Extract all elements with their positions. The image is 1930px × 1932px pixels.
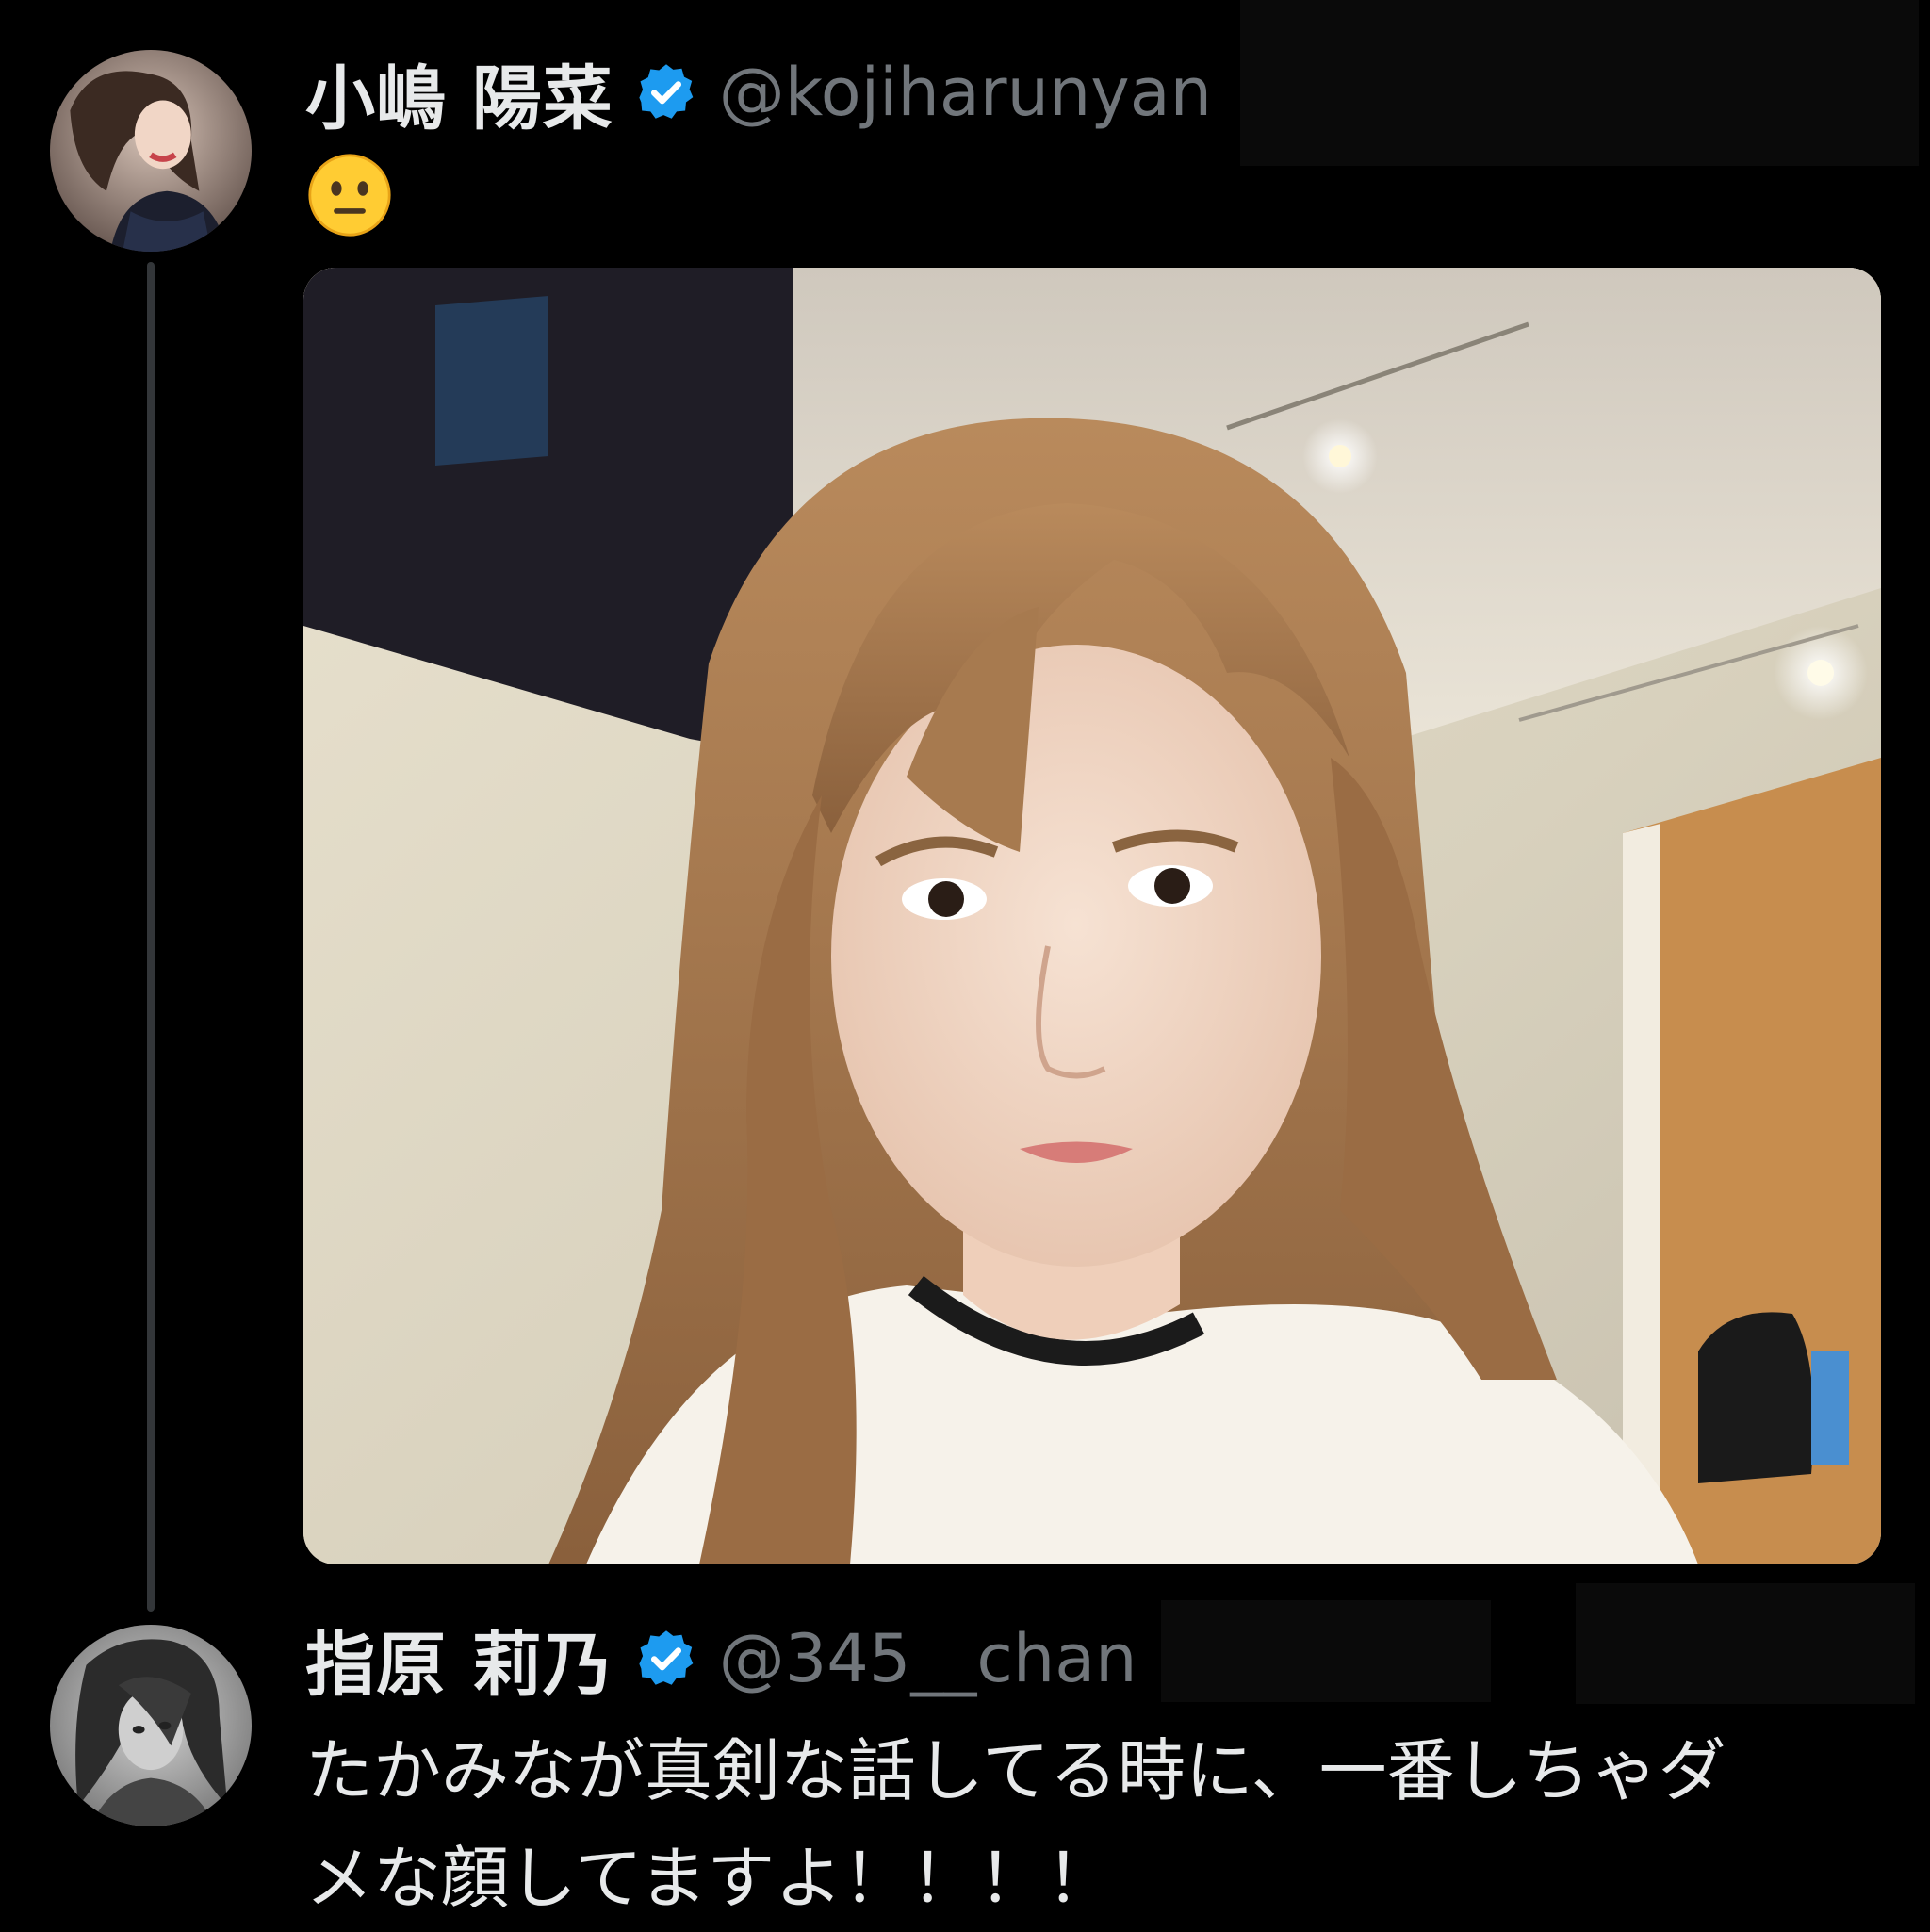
redacted-area (1240, 0, 1919, 166)
profile-photo-icon (50, 1625, 252, 1826)
redacted-area (1576, 1583, 1915, 1704)
neutral-face-icon (307, 153, 392, 237)
tweet-header: 小嶋 陽菜 @kojiharunyan (305, 47, 1212, 139)
profile-photo-icon (50, 50, 252, 252)
reply-body-text: たかみなが真剣な話してる時に、一番しちゃダ メな顔してますよ！！！！ (305, 1731, 1726, 1918)
author-display-name[interactable]: 小嶋 陽菜 (305, 42, 613, 143)
reply-author-handle[interactable]: @345__chan (719, 1620, 1137, 1697)
redacted-area (1161, 1600, 1491, 1702)
selfie-photo-icon (303, 268, 1881, 1564)
thread-connector-line (147, 262, 155, 1612)
avatar-345-chan[interactable] (50, 1625, 252, 1826)
tweet-media-photo[interactable] (303, 268, 1881, 1564)
author-handle[interactable]: @kojiharunyan (719, 54, 1212, 131)
avatar-kojiharunyan[interactable] (50, 50, 252, 252)
reply-author-display-name[interactable]: 指原 莉乃 (305, 1609, 613, 1710)
verified-badge-icon (634, 1627, 698, 1691)
verified-badge-icon (634, 60, 698, 124)
reply-header: 指原 莉乃 @345__chan (305, 1613, 1137, 1706)
